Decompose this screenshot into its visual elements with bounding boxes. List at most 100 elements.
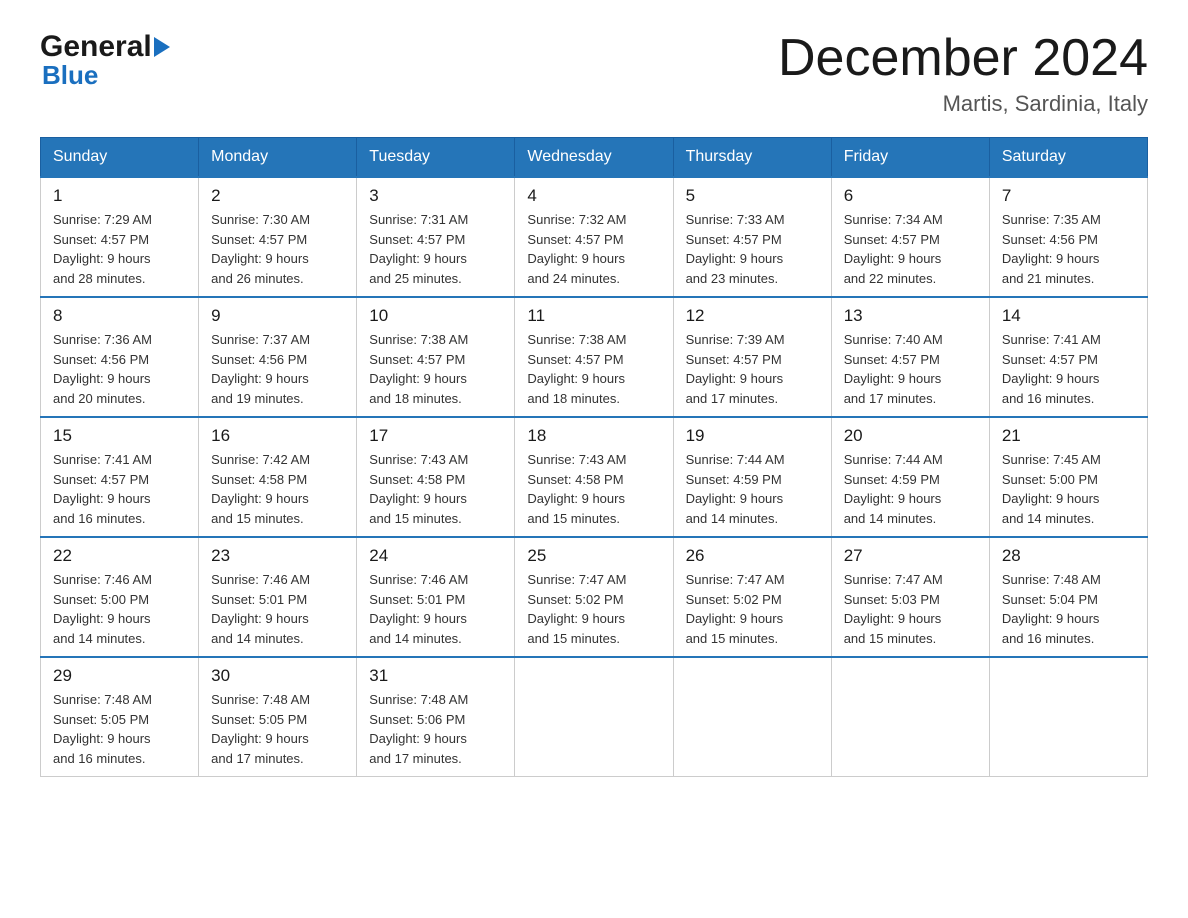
day-number: 28 (1002, 546, 1135, 566)
calendar-cell (673, 657, 831, 777)
calendar-cell: 30 Sunrise: 7:48 AMSunset: 5:05 PMDayligh… (199, 657, 357, 777)
day-info: Sunrise: 7:48 AMSunset: 5:05 PMDaylight:… (53, 690, 186, 768)
calendar-cell: 8 Sunrise: 7:36 AMSunset: 4:56 PMDaylight… (41, 297, 199, 417)
day-info: Sunrise: 7:33 AMSunset: 4:57 PMDaylight:… (686, 210, 819, 288)
header-row: SundayMondayTuesdayWednesdayThursdayFrid… (41, 138, 1148, 178)
page-header: General Blue December 2024 Martis, Sardi… (40, 30, 1148, 117)
logo-text-blue: Blue (40, 60, 98, 91)
day-number: 12 (686, 306, 819, 326)
location-subtitle: Martis, Sardinia, Italy (778, 91, 1148, 117)
day-number: 26 (686, 546, 819, 566)
calendar-cell: 24 Sunrise: 7:46 AMSunset: 5:01 PMDayligh… (357, 537, 515, 657)
calendar-week-row: 8 Sunrise: 7:36 AMSunset: 4:56 PMDaylight… (41, 297, 1148, 417)
day-info: Sunrise: 7:41 AMSunset: 4:57 PMDaylight:… (53, 450, 186, 528)
month-title: December 2024 (778, 30, 1148, 87)
title-block: December 2024 Martis, Sardinia, Italy (778, 30, 1148, 117)
day-info: Sunrise: 7:44 AMSunset: 4:59 PMDaylight:… (844, 450, 977, 528)
day-info: Sunrise: 7:48 AMSunset: 5:04 PMDaylight:… (1002, 570, 1135, 648)
day-number: 11 (527, 306, 660, 326)
logo: General Blue (40, 30, 170, 91)
day-info: Sunrise: 7:36 AMSunset: 4:56 PMDaylight:… (53, 330, 186, 408)
calendar-cell: 11 Sunrise: 7:38 AMSunset: 4:57 PMDayligh… (515, 297, 673, 417)
day-info: Sunrise: 7:45 AMSunset: 5:00 PMDaylight:… (1002, 450, 1135, 528)
column-header-sunday: Sunday (41, 138, 199, 178)
day-info: Sunrise: 7:44 AMSunset: 4:59 PMDaylight:… (686, 450, 819, 528)
calendar-cell: 26 Sunrise: 7:47 AMSunset: 5:02 PMDayligh… (673, 537, 831, 657)
calendar-cell: 19 Sunrise: 7:44 AMSunset: 4:59 PMDayligh… (673, 417, 831, 537)
calendar-cell (989, 657, 1147, 777)
day-number: 31 (369, 666, 502, 686)
day-number: 6 (844, 186, 977, 206)
day-number: 14 (1002, 306, 1135, 326)
day-number: 24 (369, 546, 502, 566)
column-header-tuesday: Tuesday (357, 138, 515, 178)
day-info: Sunrise: 7:48 AMSunset: 5:06 PMDaylight:… (369, 690, 502, 768)
calendar-cell: 1 Sunrise: 7:29 AMSunset: 4:57 PMDaylight… (41, 177, 199, 297)
day-info: Sunrise: 7:41 AMSunset: 4:57 PMDaylight:… (1002, 330, 1135, 408)
day-info: Sunrise: 7:35 AMSunset: 4:56 PMDaylight:… (1002, 210, 1135, 288)
day-info: Sunrise: 7:46 AMSunset: 5:01 PMDaylight:… (369, 570, 502, 648)
day-number: 30 (211, 666, 344, 686)
logo-triangle-icon (154, 37, 170, 57)
day-info: Sunrise: 7:43 AMSunset: 4:58 PMDaylight:… (527, 450, 660, 528)
calendar-week-row: 15 Sunrise: 7:41 AMSunset: 4:57 PMDayligh… (41, 417, 1148, 537)
day-number: 15 (53, 426, 186, 446)
day-info: Sunrise: 7:47 AMSunset: 5:02 PMDaylight:… (686, 570, 819, 648)
day-number: 22 (53, 546, 186, 566)
calendar-cell: 22Sunrise: 7:46 AMSunset: 5:00 PMDayligh… (41, 537, 199, 657)
calendar-cell (831, 657, 989, 777)
day-info: Sunrise: 7:47 AMSunset: 5:02 PMDaylight:… (527, 570, 660, 648)
day-info: Sunrise: 7:42 AMSunset: 4:58 PMDaylight:… (211, 450, 344, 528)
calendar-cell: 3Sunrise: 7:31 AMSunset: 4:57 PMDaylight… (357, 177, 515, 297)
calendar-cell: 2Sunrise: 7:30 AMSunset: 4:57 PMDaylight… (199, 177, 357, 297)
calendar-week-row: 1 Sunrise: 7:29 AMSunset: 4:57 PMDaylight… (41, 177, 1148, 297)
calendar-cell: 27Sunrise: 7:47 AMSunset: 5:03 PMDayligh… (831, 537, 989, 657)
calendar-cell: 14 Sunrise: 7:41 AMSunset: 4:57 PMDayligh… (989, 297, 1147, 417)
calendar-week-row: 22Sunrise: 7:46 AMSunset: 5:00 PMDayligh… (41, 537, 1148, 657)
day-number: 25 (527, 546, 660, 566)
calendar-cell: 16 Sunrise: 7:42 AMSunset: 4:58 PMDayligh… (199, 417, 357, 537)
day-number: 10 (369, 306, 502, 326)
calendar-cell: 20Sunrise: 7:44 AMSunset: 4:59 PMDayligh… (831, 417, 989, 537)
day-number: 16 (211, 426, 344, 446)
day-number: 3 (369, 186, 502, 206)
column-header-saturday: Saturday (989, 138, 1147, 178)
calendar-cell: 6 Sunrise: 7:34 AMSunset: 4:57 PMDaylight… (831, 177, 989, 297)
day-number: 17 (369, 426, 502, 446)
day-number: 8 (53, 306, 186, 326)
day-info: Sunrise: 7:29 AMSunset: 4:57 PMDaylight:… (53, 210, 186, 288)
day-number: 18 (527, 426, 660, 446)
day-number: 9 (211, 306, 344, 326)
column-header-monday: Monday (199, 138, 357, 178)
day-number: 29 (53, 666, 186, 686)
day-number: 1 (53, 186, 186, 206)
calendar-cell: 18 Sunrise: 7:43 AMSunset: 4:58 PMDayligh… (515, 417, 673, 537)
calendar-cell: 17 Sunrise: 7:43 AMSunset: 4:58 PMDayligh… (357, 417, 515, 537)
calendar-cell: 23Sunrise: 7:46 AMSunset: 5:01 PMDayligh… (199, 537, 357, 657)
calendar-cell: 29 Sunrise: 7:48 AMSunset: 5:05 PMDayligh… (41, 657, 199, 777)
day-number: 5 (686, 186, 819, 206)
day-number: 13 (844, 306, 977, 326)
logo-text-general: General (40, 30, 152, 64)
day-info: Sunrise: 7:39 AMSunset: 4:57 PMDaylight:… (686, 330, 819, 408)
calendar-cell: 12 Sunrise: 7:39 AMSunset: 4:57 PMDayligh… (673, 297, 831, 417)
day-info: Sunrise: 7:38 AMSunset: 4:57 PMDaylight:… (527, 330, 660, 408)
day-number: 4 (527, 186, 660, 206)
day-info: Sunrise: 7:40 AMSunset: 4:57 PMDaylight:… (844, 330, 977, 408)
day-number: 19 (686, 426, 819, 446)
day-number: 23 (211, 546, 344, 566)
calendar-cell: 31 Sunrise: 7:48 AMSunset: 5:06 PMDayligh… (357, 657, 515, 777)
day-info: Sunrise: 7:48 AMSunset: 5:05 PMDaylight:… (211, 690, 344, 768)
day-number: 27 (844, 546, 977, 566)
calendar-cell: 25 Sunrise: 7:47 AMSunset: 5:02 PMDayligh… (515, 537, 673, 657)
calendar-cell (515, 657, 673, 777)
calendar-cell: 7 Sunrise: 7:35 AMSunset: 4:56 PMDaylight… (989, 177, 1147, 297)
day-info: Sunrise: 7:34 AMSunset: 4:57 PMDaylight:… (844, 210, 977, 288)
calendar-week-row: 29 Sunrise: 7:48 AMSunset: 5:05 PMDayligh… (41, 657, 1148, 777)
day-info: Sunrise: 7:30 AMSunset: 4:57 PMDaylight:… (211, 210, 344, 288)
column-header-wednesday: Wednesday (515, 138, 673, 178)
day-number: 7 (1002, 186, 1135, 206)
calendar-cell: 9Sunrise: 7:37 AMSunset: 4:56 PMDaylight… (199, 297, 357, 417)
day-info: Sunrise: 7:43 AMSunset: 4:58 PMDaylight:… (369, 450, 502, 528)
calendar-body: 1 Sunrise: 7:29 AMSunset: 4:57 PMDaylight… (41, 177, 1148, 777)
